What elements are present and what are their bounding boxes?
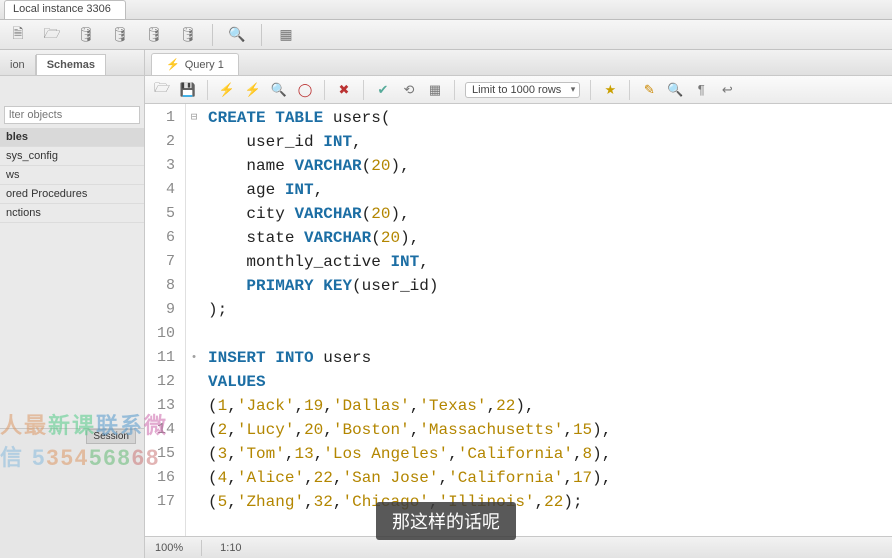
schema-item[interactable]: bles	[0, 128, 144, 147]
editor-tabs: ⚡ Query 1	[145, 50, 892, 76]
stop-icon[interactable]: ◯	[296, 81, 314, 99]
find-icon[interactable]: 🔍	[666, 81, 684, 99]
status-separator	[201, 540, 202, 556]
schema-item[interactable]: ored Procedures	[0, 185, 144, 204]
status-bar: 100% 1:10	[145, 536, 892, 558]
editor-toolbar: 🗁 💾 ⚡ ⚡ 🔍 ◯ ✖ ✔ ⟲ ▦ Limit to 1000 rows ★…	[145, 76, 892, 104]
toolbar-separator	[363, 80, 364, 100]
execute-icon[interactable]: ⚡	[218, 81, 236, 99]
db-icon[interactable]: 🛢	[76, 25, 96, 45]
cursor-position: 1:10	[220, 542, 241, 554]
toolbar-separator	[454, 80, 455, 100]
explain-icon[interactable]: 🔍	[270, 81, 288, 99]
execute-step-icon[interactable]: ⚡	[244, 81, 262, 99]
autocommit-icon[interactable]: ▦	[426, 81, 444, 99]
navigator-tabs: ion Schemas	[0, 50, 144, 76]
navigator-panel: ion Schemas blessys_configwsored Procedu…	[0, 50, 145, 558]
toolbar-separator	[261, 24, 262, 46]
toolbar-separator	[590, 80, 591, 100]
zoom-level[interactable]: 100%	[155, 542, 183, 554]
fold-column[interactable]: ⊟ •	[186, 104, 202, 536]
db-link-icon[interactable]: 🛢	[144, 25, 164, 45]
open-sql-icon[interactable]: 🗁	[42, 25, 62, 45]
search-icon[interactable]: 🔍	[227, 25, 247, 45]
db-users-icon[interactable]: 🛢	[178, 25, 198, 45]
schema-item[interactable]: ws	[0, 166, 144, 185]
toolbar-separator	[207, 80, 208, 100]
commit-icon[interactable]: ✔	[374, 81, 392, 99]
toolbar-separator	[212, 24, 213, 46]
db-add-icon[interactable]: 🛢	[110, 25, 130, 45]
rollback-icon[interactable]: ⟲	[400, 81, 418, 99]
window-titlebar: Local instance 3306	[0, 0, 892, 20]
invisible-chars-icon[interactable]: ¶	[692, 81, 710, 99]
sql-editor[interactable]: 1234567891011121314151617 ⊟ • CREATE TAB…	[145, 104, 892, 536]
line-gutter: 1234567891011121314151617	[145, 104, 186, 536]
cancel-icon[interactable]: ✖	[335, 81, 353, 99]
nav-tab-schemas[interactable]: Schemas	[36, 54, 106, 75]
favorite-icon[interactable]: ★	[601, 81, 619, 99]
open-file-icon[interactable]: 🗁	[153, 81, 171, 99]
schema-tree[interactable]: blessys_configwsored Proceduresnctions	[0, 128, 144, 428]
main-toolbar: 🗎 🗁 🛢 🛢 🛢 🛢 🔍 ▦	[0, 20, 892, 50]
row-limit-select[interactable]: Limit to 1000 rows	[465, 82, 580, 98]
info-panel: Session	[0, 428, 144, 558]
query-tab-label: Query 1	[185, 59, 224, 71]
connection-tab[interactable]: Local instance 3306	[4, 0, 126, 19]
schema-item[interactable]: nctions	[0, 204, 144, 223]
schema-filter-input[interactable]	[4, 106, 140, 124]
beautify-icon[interactable]: ✎	[640, 81, 658, 99]
dashboard-icon[interactable]: ▦	[276, 25, 296, 45]
wrap-icon[interactable]: ↩	[718, 81, 736, 99]
video-subtitle: 那这样的话呢	[376, 502, 516, 540]
schema-item[interactable]: sys_config	[0, 147, 144, 166]
lightning-icon: ⚡	[166, 58, 180, 71]
save-file-icon[interactable]: 💾	[179, 81, 197, 99]
code-area[interactable]: CREATE TABLE users( user_id INT, name VA…	[202, 104, 611, 536]
nav-tab-administration[interactable]: ion	[0, 55, 36, 75]
query-tab-1[interactable]: ⚡ Query 1	[151, 53, 239, 75]
new-sql-icon[interactable]: 🗎	[8, 25, 28, 45]
toolbar-separator	[629, 80, 630, 100]
toolbar-separator	[324, 80, 325, 100]
session-tab[interactable]: Session	[86, 429, 136, 444]
